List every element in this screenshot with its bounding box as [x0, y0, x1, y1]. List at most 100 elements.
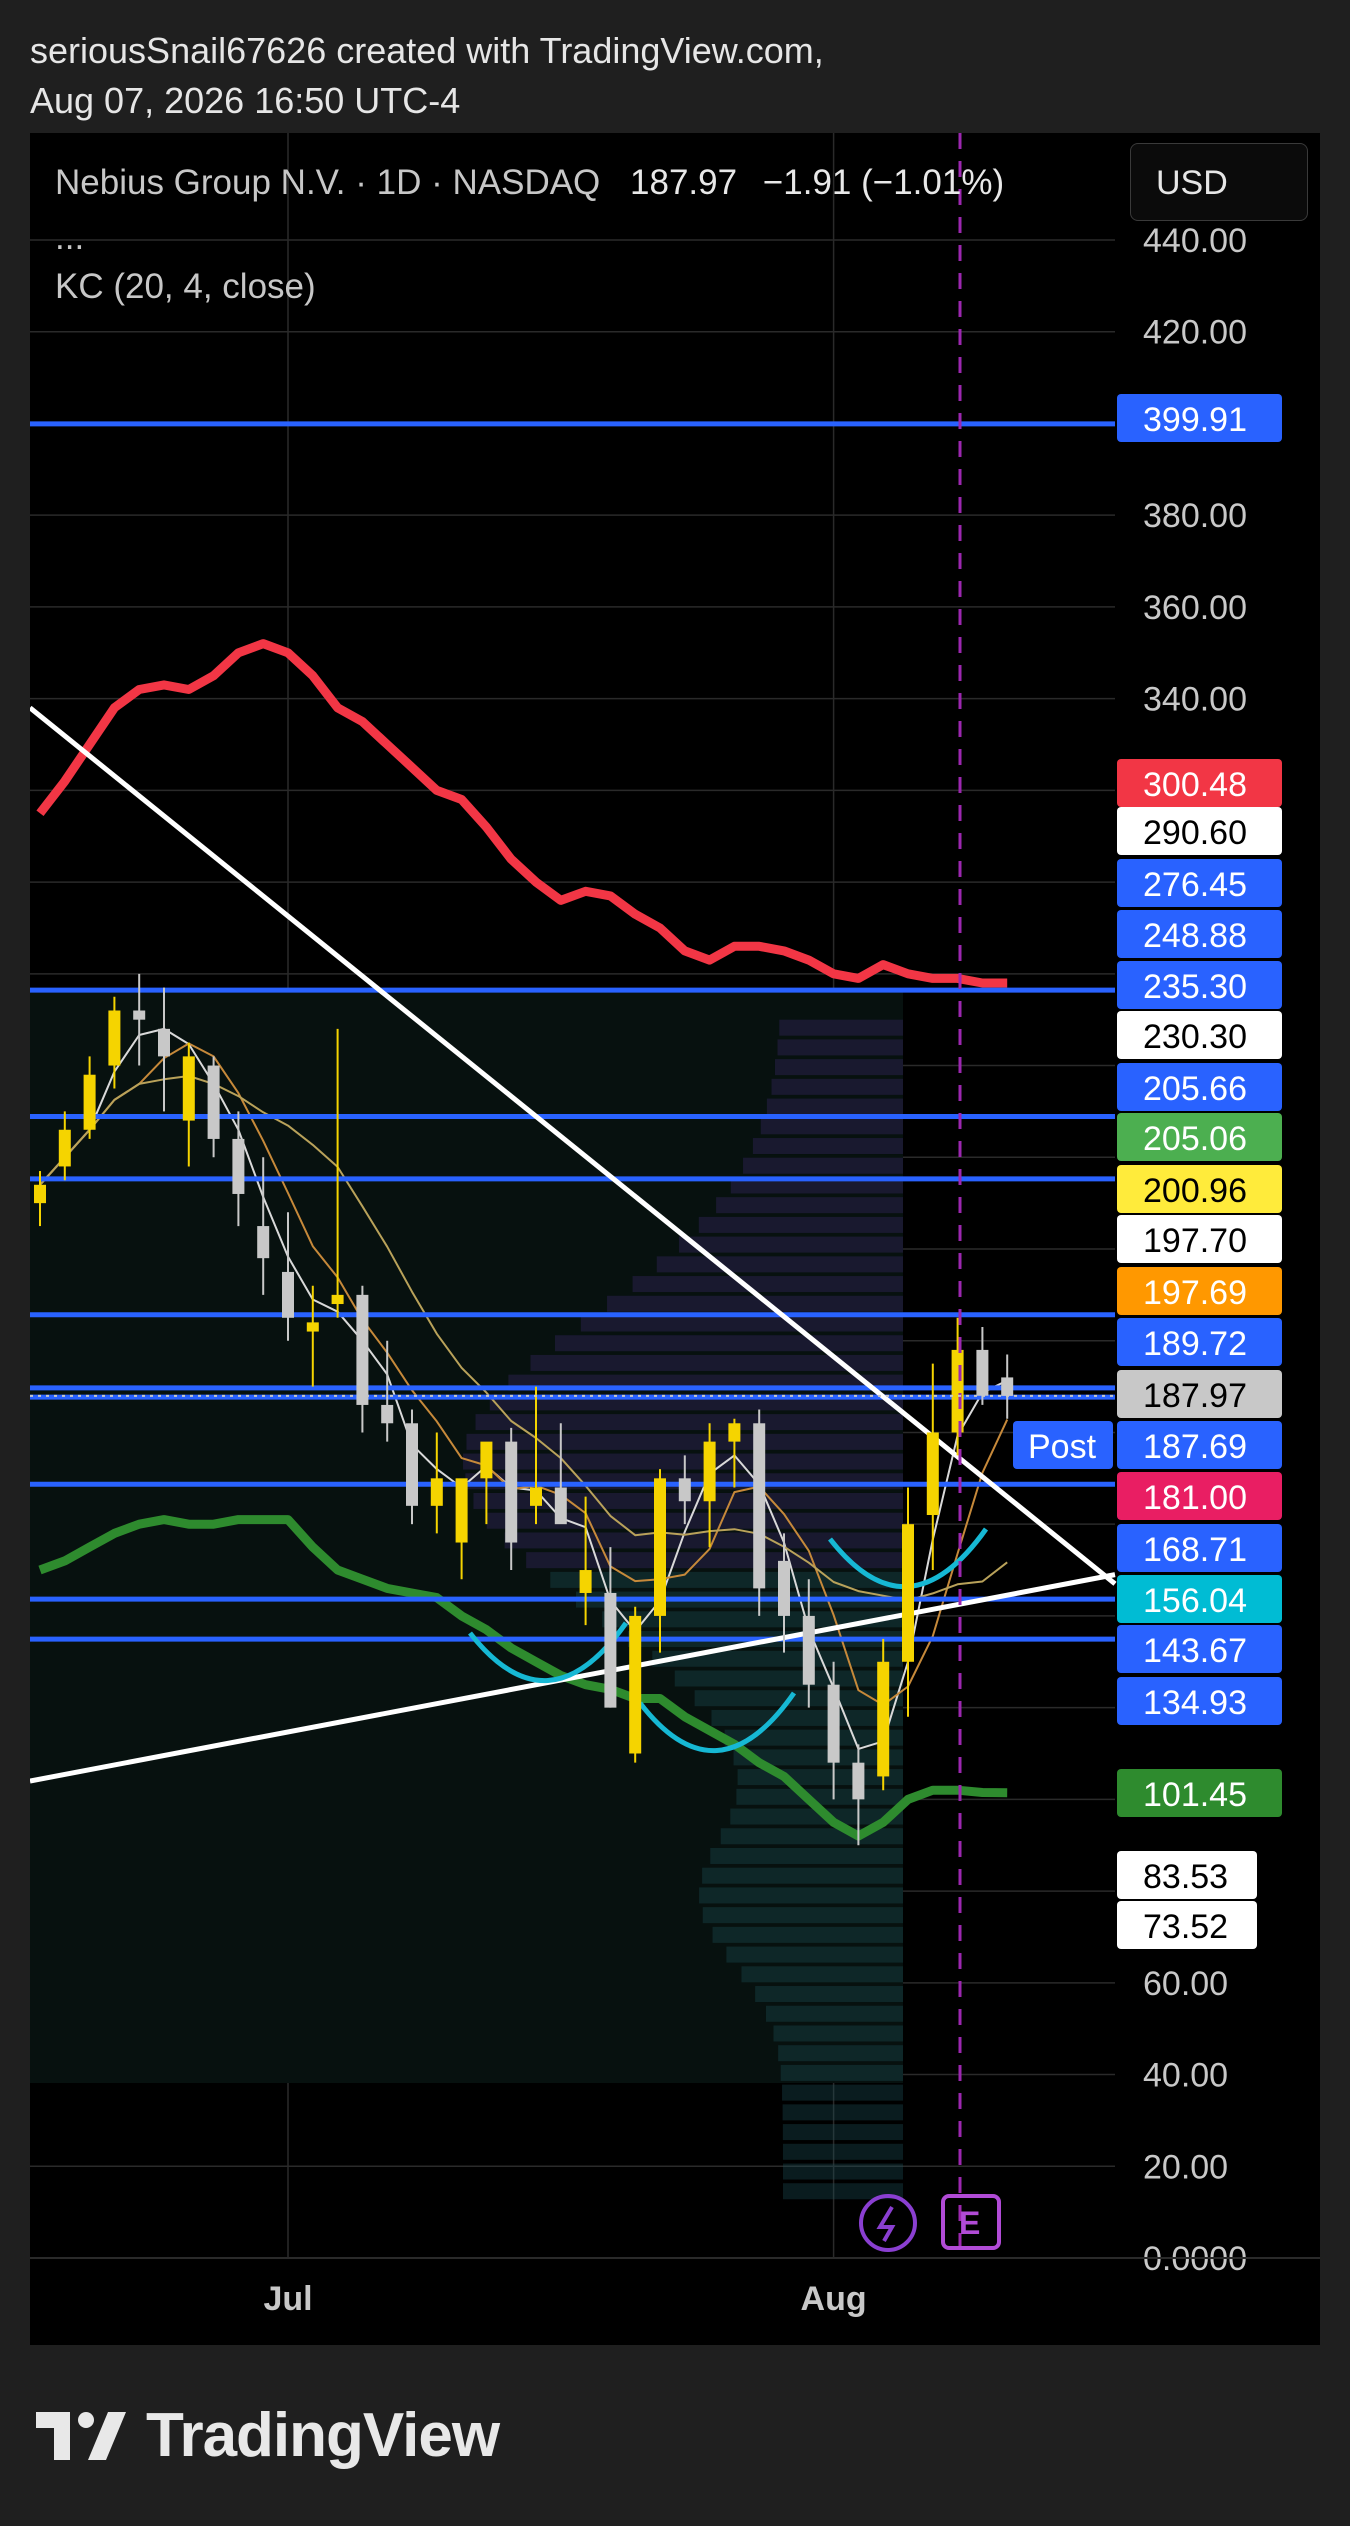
volume-profile-row — [656, 1256, 903, 1273]
candle-down — [852, 1762, 865, 1800]
volume-profile-row — [710, 1847, 903, 1864]
volume-profile-row — [752, 1138, 903, 1155]
candle-up — [530, 1487, 542, 1506]
post-tag-text: Post — [1028, 1428, 1097, 1466]
y-tick-label: 60.00 — [1143, 1965, 1228, 2003]
candle-down — [257, 1226, 270, 1259]
volume-profile-row — [782, 2084, 903, 2101]
price-label-text: 300.48 — [1143, 766, 1247, 804]
candle-down — [356, 1294, 369, 1405]
brand-footer: TradingView — [36, 2400, 500, 2471]
candle-up — [455, 1478, 468, 1543]
price-label-text: 187.97 — [1143, 1377, 1247, 1415]
chart-meta: seriousSnail67626 created with TradingVi… — [30, 26, 824, 126]
price-label-text: 197.70 — [1143, 1222, 1247, 1260]
volume-profile-row — [782, 2163, 903, 2180]
creator-line: seriousSnail67626 created with TradingVi… — [30, 30, 824, 71]
volume-profile-row — [771, 1078, 903, 1095]
price-label-text: 276.45 — [1143, 866, 1247, 904]
candle-down — [753, 1423, 766, 1589]
price-label-text: 197.69 — [1143, 1274, 1247, 1312]
candle-up — [654, 1478, 666, 1616]
candle-up — [728, 1423, 741, 1442]
candle-up — [926, 1432, 939, 1516]
x-tick-label: Aug — [801, 2280, 867, 2318]
price-label-text: 399.91 — [1143, 401, 1247, 439]
volume-profile-row — [607, 1295, 903, 1312]
candle-up — [579, 1570, 592, 1593]
earnings-marker-label: E — [959, 2205, 980, 2241]
volume-profile-row — [741, 1966, 903, 1983]
candle-up — [108, 1010, 121, 1066]
symbol-title: Nebius Group N.V. · 1D · NASDAQ — [55, 163, 601, 202]
volume-profile-row — [777, 1039, 903, 1056]
kc-upper-band — [36, 639, 1008, 988]
tradingview-logo-icon — [36, 2411, 126, 2460]
legend-more[interactable]: ... — [55, 218, 84, 258]
volume-profile-row — [774, 1059, 903, 1076]
volume-profile-row — [711, 1709, 903, 1726]
volume-profile-row — [475, 1414, 903, 1431]
price-label-text: 205.06 — [1143, 1120, 1247, 1158]
volume-profile-row — [780, 2064, 903, 2081]
volume-profile-row — [760, 1118, 903, 1135]
bolt-icon — [876, 2205, 896, 2242]
candle-down — [778, 1560, 790, 1616]
price-label-text: 101.45 — [1143, 1776, 1247, 1814]
price-label-text: 187.69 — [1143, 1428, 1247, 1466]
volume-profile-row — [736, 1788, 903, 1805]
volume-profile-row — [779, 1019, 903, 1036]
candle-down — [232, 1138, 245, 1194]
volume-profile-row — [632, 1276, 903, 1293]
brand-name: TradingView — [146, 2401, 500, 2470]
price-label-text: 168.71 — [1143, 1531, 1247, 1569]
x-tick-label: Jul — [263, 2280, 312, 2318]
candle-down — [505, 1441, 518, 1543]
price-label-text: 156.04 — [1143, 1582, 1247, 1620]
volume-profile-row — [504, 1532, 903, 1549]
candle-down — [1001, 1377, 1014, 1396]
candle-down — [282, 1271, 294, 1318]
candle-up — [877, 1661, 890, 1777]
volume-profile-row — [782, 2143, 903, 2160]
candle-down — [207, 1065, 220, 1139]
y-tick-label: 440.00 — [1143, 222, 1247, 260]
volume-profile-row — [580, 1315, 903, 1332]
volume-profile-row — [486, 1512, 903, 1529]
volume-profile-row — [782, 2104, 903, 2121]
candle-down — [827, 1684, 840, 1763]
candle-down — [381, 1404, 394, 1424]
candle-down — [133, 1010, 146, 1020]
volume-profile-row — [678, 1236, 903, 1253]
dividend-bolt-icon — [859, 2194, 917, 2252]
price-label-text: 83.53 — [1143, 1858, 1228, 1896]
volume-profile-row — [712, 1926, 903, 1943]
volume-profile-row — [702, 1867, 903, 1884]
volume-profile-row — [782, 2124, 903, 2141]
volume-profile-row — [463, 1453, 903, 1470]
volume-profile-row — [699, 1887, 903, 1904]
date-line: Aug 07, 2026 16:50 UTC-4 — [30, 80, 461, 121]
volume-profile-row — [726, 1946, 903, 1963]
price-change: −1.91 (−1.01%) — [762, 163, 1005, 202]
candle-down — [678, 1478, 691, 1502]
candle-up — [331, 1294, 344, 1305]
y-tick-label: 340.00 — [1143, 681, 1247, 719]
candle-down — [604, 1592, 617, 1708]
y-tick-label: 20.00 — [1143, 2148, 1228, 2186]
candle-up — [58, 1129, 71, 1167]
candle-up — [182, 1056, 195, 1121]
price-label-text: 290.60 — [1143, 814, 1247, 852]
price-label-text: 189.72 — [1143, 1325, 1247, 1363]
candle-down — [554, 1487, 567, 1525]
volume-profile-row — [674, 1670, 903, 1687]
symbol-legend[interactable]: Nebius Group N.V. · 1D · NASDAQ 187.97 −… — [55, 163, 1004, 203]
price-chart[interactable]: 440.00 420.00 380.00 360.00 340.00 60.00 40.00… — [30, 133, 1320, 2345]
candle-up — [306, 1322, 319, 1332]
y-tick-label: 380.00 — [1143, 497, 1247, 535]
currency-button[interactable]: USD — [1130, 143, 1308, 221]
indicator-legend[interactable]: KC (20, 4, close) — [55, 267, 316, 307]
volume-profile-row — [743, 1157, 903, 1174]
candle-up — [951, 1349, 964, 1433]
candle-up — [629, 1615, 642, 1754]
